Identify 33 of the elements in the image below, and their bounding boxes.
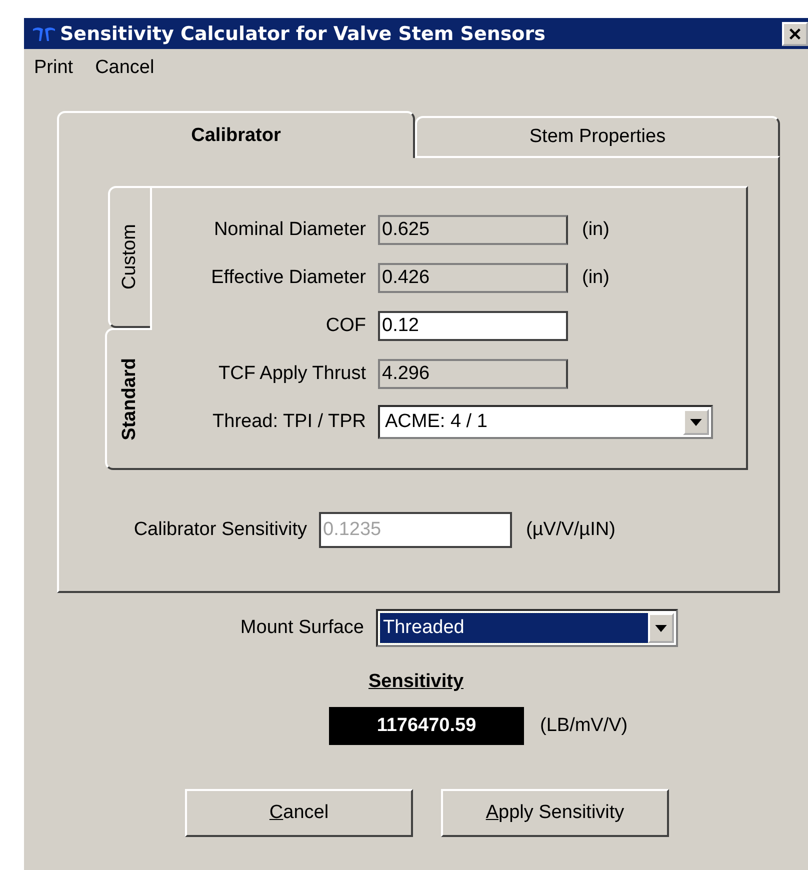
field-label: Calibrator Sensitivity [132, 519, 308, 541]
result-display: 1176470.59 [329, 707, 524, 745]
dropdown-arrow-icon [655, 624, 667, 632]
side-tab[interactable]: Custom [108, 186, 150, 328]
window-title: Sensitivity Calculator for Valve Stem Sensors [60, 22, 546, 44]
dialog-button[interactable]: Cancel [185, 789, 413, 837]
unit-label: (in) [582, 219, 610, 241]
unit-label: (LB/mV/V) [540, 715, 628, 737]
dropdown-arrow-icon [690, 418, 702, 426]
dialog-button[interactable]: Apply Sensitivity [441, 789, 669, 837]
readonly-field: 4.296 [378, 359, 568, 389]
tab[interactable]: Stem Properties [415, 116, 780, 156]
dropdown[interactable]: ACME: 4 / 1 [378, 405, 713, 439]
logo-icon [32, 26, 56, 42]
field-label: TCF Apply Thrust [218, 363, 367, 385]
close-icon [788, 26, 802, 40]
input-field[interactable]: 0.12 [378, 311, 568, 341]
field-label: Nominal Diameter [212, 219, 367, 241]
tab[interactable]: Calibrator [57, 111, 415, 158]
field-label: Thread: TPI / TPR [212, 411, 367, 433]
dropdown[interactable]: Threaded [376, 609, 678, 647]
menu-item[interactable]: Cancel [95, 57, 154, 83]
field-label: Mount Surface [239, 617, 365, 639]
unit-label: (µV/V/µIN) [526, 519, 616, 541]
readonly-field: 0.426 [378, 263, 568, 293]
readonly-field: 0.625 [378, 215, 568, 245]
field-label: COF [324, 315, 367, 337]
close-button[interactable] [782, 22, 808, 46]
section-heading: Sensitivity [368, 671, 464, 692]
field-label: Effective Diameter [210, 267, 367, 289]
side-tab[interactable]: Standard [105, 328, 152, 470]
unit-label: (in) [582, 267, 610, 289]
menu-item[interactable]: Print [34, 57, 74, 83]
